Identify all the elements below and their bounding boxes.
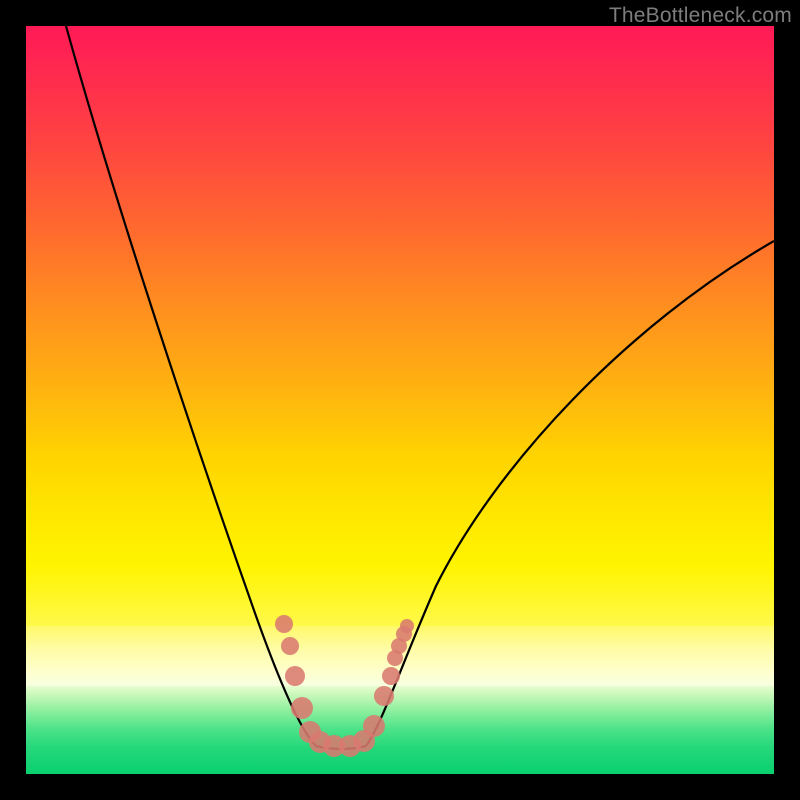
chart-frame: TheBottleneck.com <box>0 0 800 800</box>
curve-marker <box>400 619 414 633</box>
watermark-text: TheBottleneck.com <box>609 4 792 28</box>
curve-marker <box>374 686 394 706</box>
right-curve <box>366 241 774 746</box>
left-curve <box>66 26 316 746</box>
curve-overlay <box>26 26 774 774</box>
curve-marker <box>363 715 385 737</box>
plot-area <box>26 26 774 774</box>
curve-marker <box>275 615 293 633</box>
curve-marker <box>291 697 313 719</box>
curve-marker <box>281 637 299 655</box>
curve-marker <box>382 667 400 685</box>
marker-group <box>275 615 414 757</box>
curve-marker <box>285 666 305 686</box>
